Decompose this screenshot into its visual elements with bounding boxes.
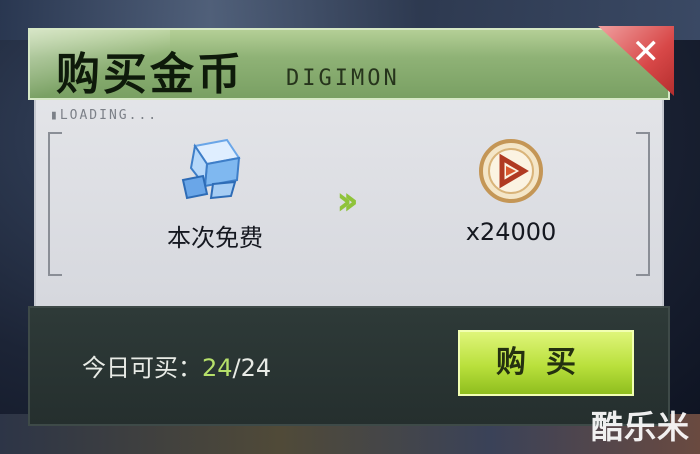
watermark: 酷乐米 [590,408,690,446]
quota-label: 今日可买： [82,354,202,382]
daily-quota: 今日可买：24/24 [82,348,271,383]
quota-current: 24 [202,354,233,382]
reward-label: x24000 [465,218,557,246]
buy-gold-dialog: 购买金币 DIGIMON ✕ ▮LOADING... 本次免费 ›› x2400… [28,26,674,426]
right-bracket-decoration [636,132,650,276]
dialog-subtitle: DIGIMON [286,66,400,91]
dialog-header: 购买金币 DIGIMON [28,28,670,100]
gold-coin-icon [479,139,543,203]
cost-label: 本次免费 [167,224,263,252]
left-bracket-decoration [48,132,62,276]
buy-button[interactable]: 购买 [458,330,634,396]
dialog-title: 购买金币 [56,49,244,100]
cost-item: 本次免费 [140,136,290,253]
double-chevron-right-icon: ›› [336,178,359,224]
reward-item: x24000 [436,136,586,246]
dialog-footer: 今日可买：24/24 购买 [28,306,670,426]
loading-text: ▮LOADING... [50,108,159,123]
quota-max: 24 [240,354,272,382]
quota-separator: / [232,354,241,382]
blue-crystal-icon [181,138,241,200]
exchange-panel: ▮LOADING... 本次免费 ›› x24000 [34,100,664,306]
